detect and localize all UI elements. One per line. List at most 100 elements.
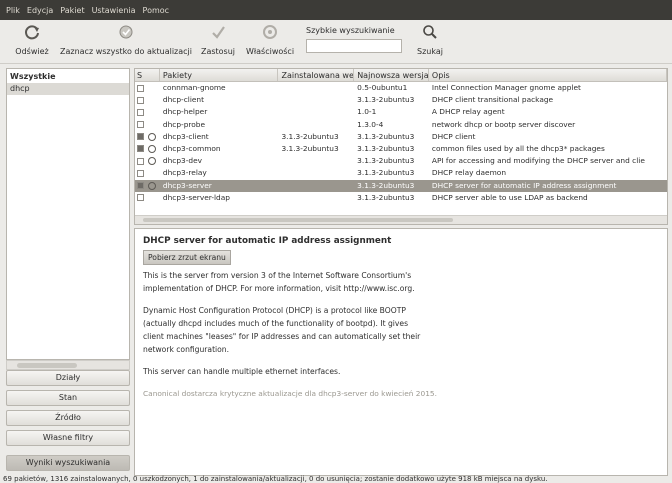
installed-status-icon	[147, 144, 156, 153]
latest-version: 3.1.3-2ubuntu3	[357, 180, 415, 190]
latest-version: 3.1.3-2ubuntu3	[357, 168, 415, 178]
checkbox-icon[interactable]	[137, 84, 144, 92]
row-checkbox[interactable]	[135, 167, 148, 179]
sections-button[interactable]: Działy	[6, 370, 130, 386]
row-checkbox[interactable]	[135, 180, 148, 192]
latest-version: 1.3.0-4	[357, 119, 384, 129]
package-description: API for accessing and modifying the DHCP…	[431, 156, 645, 166]
table-row[interactable]: connman-gnome 0.5-0ubuntu1 Intel Connectio…	[135, 82, 667, 94]
col-status-header[interactable]: S	[135, 69, 160, 81]
table-row[interactable]: dhcp-client 3.1.3-2ubuntu3 DHCP client tra…	[135, 94, 667, 106]
select-updates-button[interactable]: Zaznacz wszystko do aktualizacji	[58, 20, 194, 64]
col-description-header[interactable]: Opis	[429, 69, 667, 81]
row-status-icon	[148, 167, 160, 179]
apply-button[interactable]: Zastosuj	[198, 20, 238, 64]
installed-version	[278, 167, 354, 179]
col-installed-header[interactable]: Zainstalowana we	[278, 69, 355, 81]
table-row[interactable]: dhcp3-dev 3.1.3-2ubuntu3 API for accessing…	[135, 155, 667, 167]
checkbox-icon[interactable]	[137, 121, 144, 129]
package-description: network dhcp or bootp server discover	[431, 119, 576, 129]
package-name: dhcp3-common	[162, 143, 221, 153]
package-name: dhcp3-relay	[162, 168, 207, 178]
checkbox-icon[interactable]	[137, 182, 144, 189]
row-status-icon	[148, 106, 160, 118]
search-input[interactable]	[306, 39, 402, 53]
table-row[interactable]: dhcp-probe 1.3.0-4 network dhcp or bootp s…	[135, 119, 667, 131]
row-status-icon	[148, 94, 160, 106]
package-name: dhcp3-client	[162, 131, 209, 141]
properties-icon	[263, 25, 277, 39]
col-package-header[interactable]: Pakiety	[160, 69, 279, 81]
search-icon	[423, 25, 437, 39]
package-table-header: S Pakiety Zainstalowana we Najnowsza wer…	[135, 69, 667, 82]
row-status-icon	[148, 192, 160, 204]
support-note: Canonical dostarcza krytyczne aktualizac…	[143, 389, 437, 398]
package-details: DHCP server for automatic IP address ass…	[134, 228, 668, 476]
col-latest-header[interactable]: Najnowsza wersja	[354, 69, 429, 81]
row-status-icon	[148, 119, 160, 131]
menu-item[interactable]: Plik	[6, 6, 20, 15]
details-paragraph-3: This server can handle multiple ethernet…	[143, 367, 341, 376]
table-row[interactable]: dhcp3-relay 3.1.3-2ubuntu3 DHCP relay daem…	[135, 167, 667, 179]
package-name: dhcp3-server	[162, 180, 212, 190]
left-horizontal-scrollbar[interactable]	[6, 360, 130, 370]
menu-item[interactable]: Ustawienia	[92, 6, 136, 15]
row-checkbox[interactable]	[135, 155, 148, 167]
row-checkbox[interactable]	[135, 119, 148, 131]
search-results-button[interactable]: Wyniki wyszukiwania	[6, 455, 130, 471]
table-row[interactable]: dhcp-helper 1.0-1 A DHCP relay agent	[135, 106, 667, 118]
menu-item[interactable]: Pomoc	[143, 6, 170, 15]
get-screenshot-button[interactable]: Pobierz zrzut ekranu	[143, 250, 231, 265]
package-description: DHCP client transitional package	[431, 95, 554, 105]
installed-version	[278, 82, 354, 94]
table-row[interactable]: dhcp3-common 3.1.3-2ubuntu3 3.1.3-2ubuntu3…	[135, 143, 667, 155]
row-checkbox[interactable]	[135, 82, 148, 94]
latest-version: 3.1.3-2ubuntu3	[357, 143, 415, 153]
origin-button[interactable]: Źródło	[6, 410, 130, 426]
select-updates-label: Zaznacz wszystko do aktualizacji	[60, 47, 192, 56]
menu-item[interactable]: Pakiet	[60, 6, 84, 15]
menu-item[interactable]: Edycja	[27, 6, 53, 15]
checkbox-icon[interactable]	[137, 145, 144, 153]
latest-version: 0.5-0ubuntu1	[357, 83, 408, 92]
refresh-icon	[25, 25, 39, 40]
package-description: DHCP relay daemon	[431, 168, 507, 178]
table-row[interactable]: dhcp3-server 3.1.3-2ubuntu3 DHCP server fo…	[135, 179, 667, 192]
row-status-icon	[147, 131, 160, 143]
package-description: common files used by all the dhcp3* pack…	[431, 143, 605, 153]
installed-version	[278, 106, 354, 118]
row-status-icon	[147, 143, 160, 155]
checkbox-icon[interactable]	[137, 133, 144, 141]
checkbox-icon[interactable]	[137, 169, 144, 177]
details-paragraph-2: Dynamic Host Configuration Protocol (DHC…	[143, 306, 421, 354]
details-paragraph-1: This is the server from version 3 of the…	[143, 271, 415, 293]
table-horizontal-scrollbar[interactable]	[135, 215, 667, 224]
search-button[interactable]: Szukaj	[412, 20, 448, 64]
row-checkbox[interactable]	[135, 94, 148, 106]
row-checkbox[interactable]	[135, 106, 148, 118]
row-checkbox[interactable]	[135, 131, 148, 143]
apply-label: Zastosuj	[200, 47, 236, 56]
latest-version: 3.1.3-2ubuntu3	[357, 156, 415, 166]
search-button-label: Szukaj	[417, 47, 443, 56]
details-title: DHCP server for automatic IP address ass…	[143, 236, 392, 246]
refresh-button[interactable]: Odśwież	[14, 20, 50, 64]
latest-version: 1.0-1	[357, 107, 377, 117]
filter-item-dhcp[interactable]: dhcp	[7, 83, 129, 95]
row-status-icon	[148, 82, 160, 94]
properties-button[interactable]: Właściwości	[244, 20, 296, 64]
filter-list-header[interactable]: Wszystkie	[7, 69, 129, 83]
checkbox-icon[interactable]	[137, 157, 144, 165]
row-checkbox[interactable]	[135, 192, 148, 204]
checkbox-icon[interactable]	[137, 96, 144, 104]
installed-version	[278, 94, 354, 106]
table-row[interactable]: dhcp3-server-ldap 3.1.3-2ubuntu3 DHCP serv…	[135, 192, 667, 204]
table-row[interactable]: dhcp3-client 3.1.3-2ubuntu3 3.1.3-2ubuntu3…	[135, 131, 667, 143]
menu-bar: Plik Edycja Pakiet Ustawienia Pomoc	[0, 0, 672, 20]
installed-version	[278, 180, 354, 192]
status-button[interactable]: Stan	[6, 390, 130, 406]
row-checkbox[interactable]	[135, 143, 148, 155]
checkbox-icon[interactable]	[137, 194, 144, 202]
custom-filters-button[interactable]: Własne filtry	[6, 430, 130, 446]
checkbox-icon[interactable]	[137, 108, 144, 116]
